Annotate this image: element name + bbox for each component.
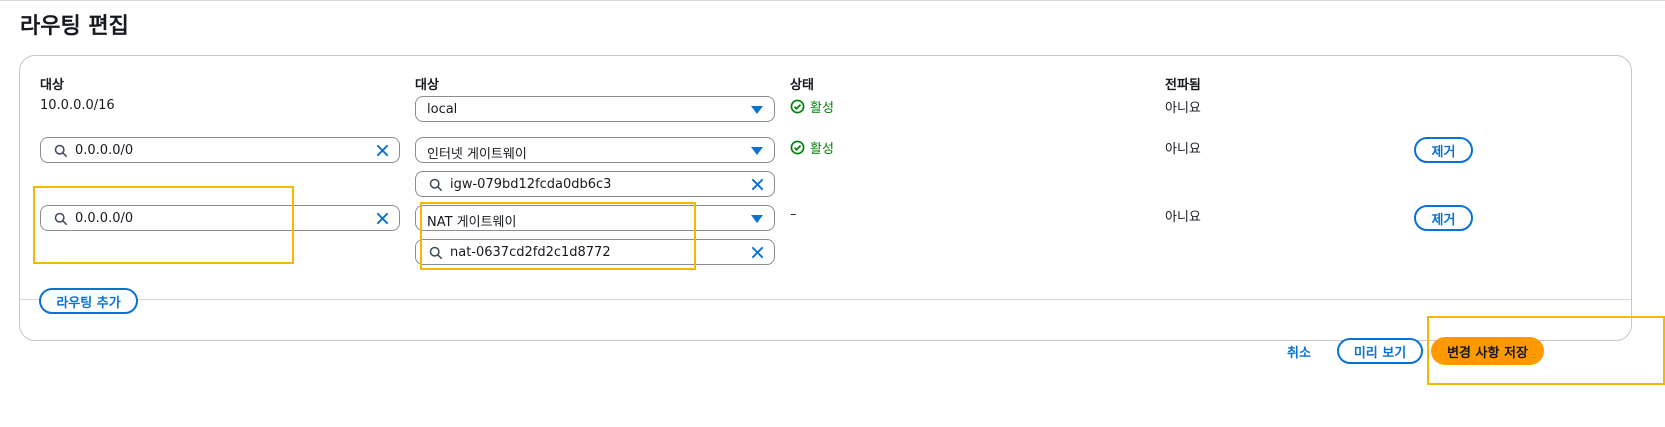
target-type-select[interactable]: 인터넷 게이트웨이	[415, 137, 775, 163]
top-divider	[0, 0, 1665, 1]
clear-icon[interactable]	[375, 211, 390, 226]
remove-route-button[interactable]: 제거	[1414, 205, 1473, 231]
target-type-value: 인터넷 게이트웨이	[427, 147, 527, 162]
cancel-button[interactable]: 취소	[1287, 342, 1311, 361]
target-id-input[interactable]: igw-079bd12fcda0db6c3	[415, 171, 775, 197]
target-id-value: igw-079bd12fcda0db6c3	[450, 177, 612, 192]
search-icon	[54, 144, 68, 158]
destination-input[interactable]: 0.0.0.0/0	[40, 137, 400, 163]
clear-icon[interactable]	[750, 245, 765, 260]
status-indicator: 활성	[790, 138, 834, 157]
status-check-icon	[790, 99, 805, 114]
destination-value: 0.0.0.0/0	[75, 143, 134, 158]
destination-input[interactable]: 0.0.0.0/0	[40, 205, 400, 231]
propagated-text: 아니요	[1165, 210, 1201, 225]
remove-route-button[interactable]: 제거	[1414, 137, 1473, 163]
dropdown-caret-icon	[751, 215, 763, 223]
target-id-value: nat-0637cd2fd2c1d8772	[450, 245, 611, 260]
status-text: 활성	[810, 101, 834, 116]
add-route-button[interactable]: 라우팅 추가	[39, 288, 138, 314]
target-type-value: local	[427, 102, 458, 117]
dropdown-caret-icon	[751, 106, 763, 114]
propagated-text: 아니요	[1165, 142, 1201, 157]
save-changes-button[interactable]: 변경 사항 저장	[1431, 337, 1544, 365]
search-icon	[54, 212, 68, 226]
route-destination-text: 10.0.0.0/16	[40, 98, 115, 113]
column-header-propagated: 전파됨	[1165, 78, 1201, 93]
status-indicator: 활성	[790, 97, 834, 116]
search-icon	[429, 246, 443, 260]
table-divider	[20, 299, 1631, 300]
column-header-target: 대상	[415, 78, 439, 93]
dropdown-caret-icon	[751, 147, 763, 155]
status-check-icon	[790, 140, 805, 155]
preview-button[interactable]: 미리 보기	[1337, 338, 1423, 364]
destination-value: 0.0.0.0/0	[75, 211, 134, 226]
clear-icon[interactable]	[375, 143, 390, 158]
target-type-value: NAT 게이트웨이	[427, 215, 517, 230]
column-header-destination: 대상	[40, 78, 64, 93]
clear-icon[interactable]	[750, 177, 765, 192]
search-icon	[429, 178, 443, 192]
propagated-text: 아니요	[1165, 101, 1201, 116]
status-text: 활성	[810, 142, 834, 157]
target-type-select[interactable]: local	[415, 96, 775, 122]
status-text: –	[790, 207, 797, 222]
page-title: 라우팅 편집	[20, 14, 129, 39]
routes-table: 대상 대상 상태 전파됨 10.0.0.0/16 local 활성 아니요 0.…	[19, 55, 1632, 341]
target-id-input[interactable]: nat-0637cd2fd2c1d8772	[415, 239, 775, 265]
target-type-select[interactable]: NAT 게이트웨이	[415, 205, 775, 231]
column-header-status: 상태	[790, 78, 814, 93]
